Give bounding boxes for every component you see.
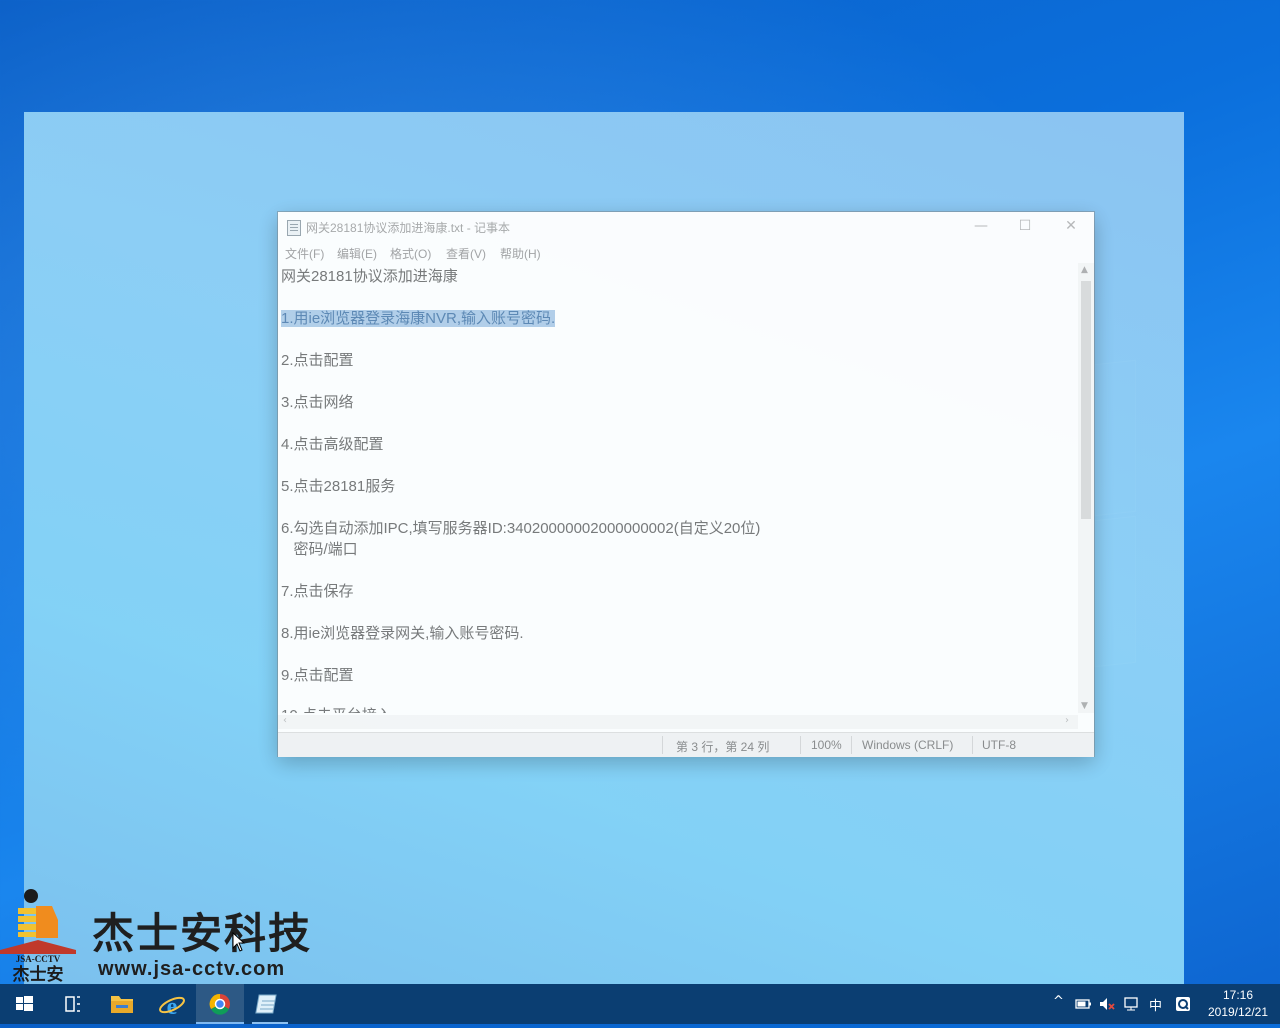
title-bar[interactable]: 网关28181协议添加进海康.txt - 记事本 — ☐ ✕ [278, 212, 1094, 242]
volume-muted-icon[interactable] [1098, 995, 1116, 1013]
menu-file[interactable]: 文件(F) [285, 245, 324, 262]
text-line: 3.点击网络 [281, 394, 354, 411]
scroll-down-arrow-icon[interactable]: ▼ [1081, 701, 1088, 711]
svg-text:杰士安: 杰士安 [13, 964, 64, 984]
start-button[interactable] [0, 984, 48, 1024]
text-line: 7.点击保存 [281, 583, 354, 600]
line-ending: Windows (CRLF) [862, 738, 954, 752]
jsa-cctv-logo: JSA-CCTV 杰士安 [0, 889, 76, 984]
folder-icon [111, 996, 133, 1013]
encoding: UTF-8 [982, 738, 1016, 752]
show-hidden-icons-chevron-icon[interactable]: ^ [1053, 994, 1064, 1009]
ime-indicator[interactable]: 中 [1149, 995, 1162, 1014]
text-selection: 1.用ie浏览器登录海康NVR,输入账号密码. [281, 310, 556, 327]
menu-edit[interactable]: 编辑(E) [337, 245, 377, 262]
qq-icon[interactable] [1174, 995, 1192, 1013]
notepad-app-icon [287, 220, 301, 236]
text-line: 5.点击28181服务 [281, 478, 396, 495]
task-view-button[interactable] [48, 984, 96, 1024]
scrollbar-thumb[interactable] [1081, 281, 1091, 519]
scroll-right-arrow-icon[interactable]: › [1065, 715, 1069, 726]
text-line: 8.用ie浏览器登录网关,输入账号密码. [281, 625, 524, 642]
mouse-cursor-icon [232, 932, 246, 952]
notepad-icon [255, 994, 277, 1014]
clock-time: 17:16 [1222, 988, 1254, 1002]
scroll-left-arrow-icon[interactable]: ‹ [283, 715, 287, 726]
vertical-scrollbar[interactable]: ▲ ▼ [1078, 263, 1094, 713]
system-clock[interactable]: 17:16 2019/12/21 [1200, 987, 1276, 1021]
text-line: 密码/端口 [281, 541, 358, 558]
text-line: 9.点击配置 [281, 667, 354, 684]
notepad-taskbar-button[interactable] [246, 984, 294, 1024]
notepad-window[interactable]: 网关28181协议添加进海康.txt - 记事本 — ☐ ✕ 文件(F) 编辑(… [278, 212, 1094, 757]
status-bar: 第 3 行，第 24 列 100% Windows (CRLF) UTF-8 [278, 732, 1094, 757]
text-line: 4.点击高级配置 [281, 436, 384, 453]
chrome-icon [209, 993, 230, 1015]
network-icon[interactable] [1122, 995, 1140, 1013]
company-name: 杰士安科技 [92, 909, 313, 958]
chrome-button[interactable] [196, 984, 244, 1024]
window-title: 网关28181协议添加进海康.txt - 记事本 [306, 221, 511, 235]
close-button[interactable]: ✕ [1048, 212, 1094, 242]
scroll-up-arrow-icon[interactable]: ▲ [1081, 265, 1088, 275]
taskbar: e ^ 中 17:16 2019/12/21 [0, 984, 1280, 1024]
start-icon [16, 996, 33, 1011]
text-line: 网关28181协议添加进海康 [281, 268, 458, 285]
cursor-position: 第 3 行，第 24 列 [676, 740, 770, 754]
horizontal-scrollbar[interactable]: ‹ › [278, 715, 1078, 729]
text-editor[interactable]: 网关28181协议添加进海康 1.用ie浏览器登录海康NVR,输入账号密码. 2… [278, 263, 1078, 713]
minimize-button[interactable]: — [958, 212, 1004, 242]
svg-text:JSA-CCTV: JSA-CCTV [16, 954, 61, 964]
clock-date: 2019/12/21 [1207, 1005, 1269, 1019]
menu-view[interactable]: 查看(V) [446, 245, 486, 262]
company-url: www.jsa-cctv.com [98, 958, 286, 980]
text-line: 2.点击配置 [281, 352, 354, 369]
menu-format[interactable]: 格式(O) [390, 245, 431, 262]
text-line: 6.勾选自动添加IPC,填写服务器ID:34020000002000000002… [281, 520, 761, 537]
menu-bar: 文件(F) 编辑(E) 格式(O) 查看(V) 帮助(H) [278, 242, 1094, 262]
maximize-button[interactable]: ☐ [1002, 212, 1048, 242]
selected-text-line: 1.用ie浏览器登录海康NVR,输入账号密码. [281, 307, 556, 328]
internet-explorer-button[interactable]: e [148, 984, 196, 1024]
file-explorer-button[interactable] [98, 984, 146, 1024]
text-line: 10.点击平台接入 [281, 704, 392, 713]
zoom-level: 100% [811, 738, 842, 752]
menu-help[interactable]: 帮助(H) [500, 245, 541, 262]
task-view-icon [65, 996, 80, 1012]
internet-explorer-icon: e [159, 994, 185, 1020]
battery-icon[interactable] [1074, 995, 1092, 1013]
